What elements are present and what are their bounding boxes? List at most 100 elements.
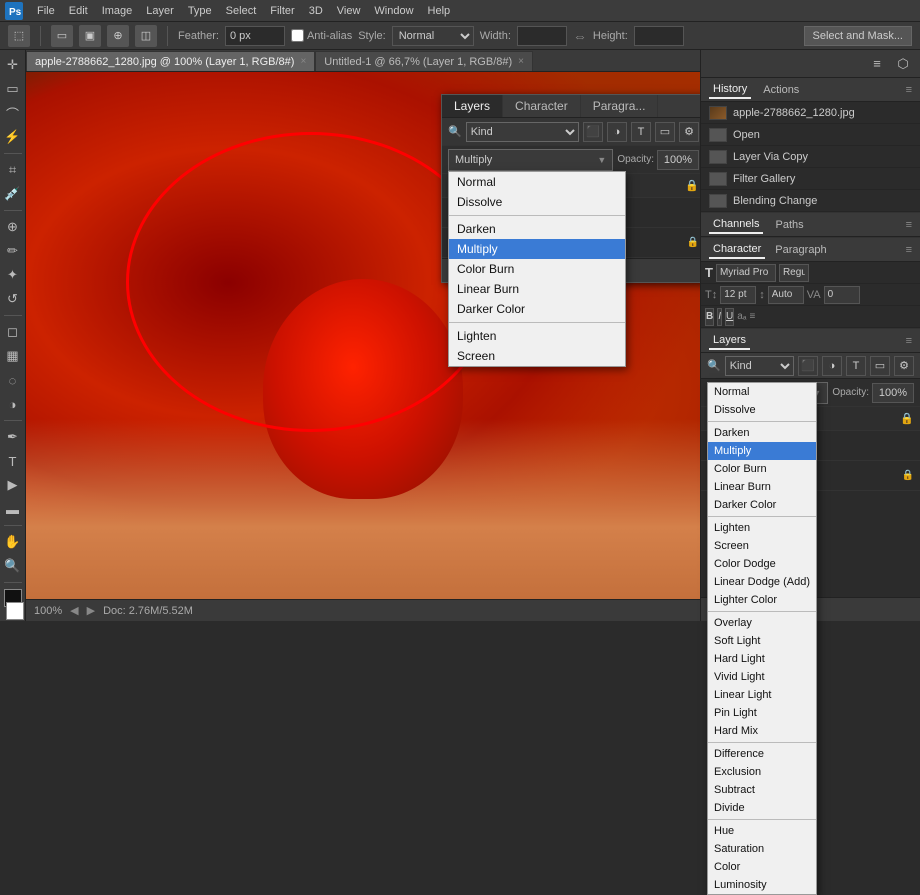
actions-tab[interactable]: Actions bbox=[759, 82, 803, 98]
menu-select[interactable]: Select bbox=[219, 3, 264, 19]
history-item-4[interactable]: Blending Change bbox=[701, 190, 920, 212]
rbd-hardlight[interactable]: Hard Light bbox=[708, 650, 816, 668]
height-input[interactable] bbox=[634, 26, 684, 46]
rbd-exclusion[interactable]: Exclusion bbox=[708, 763, 816, 781]
rbd-difference[interactable]: Difference bbox=[708, 745, 816, 763]
status-right-arrow[interactable]: ▶ bbox=[87, 604, 95, 617]
filter-type-btn[interactable]: T bbox=[631, 122, 651, 142]
menu-type[interactable]: Type bbox=[181, 3, 219, 19]
history-tab[interactable]: History bbox=[709, 81, 751, 99]
rbd-screen[interactable]: Screen bbox=[708, 537, 816, 555]
feather-input[interactable] bbox=[225, 26, 285, 46]
filter-shape-btn[interactable]: ▭ bbox=[655, 122, 675, 142]
width-input[interactable] bbox=[517, 26, 567, 46]
menu-layer[interactable]: Layer bbox=[139, 3, 181, 19]
right-filter-type[interactable]: T bbox=[846, 356, 866, 376]
history-brush[interactable]: ↺ bbox=[2, 288, 24, 310]
blend-option-screen[interactable]: Screen bbox=[449, 346, 625, 366]
rbd-linearlight[interactable]: Linear Light bbox=[708, 686, 816, 704]
menu-3d[interactable]: 3D bbox=[302, 3, 330, 19]
italic-button[interactable]: I bbox=[717, 308, 722, 326]
right-layers-tab[interactable]: Layers bbox=[709, 332, 750, 350]
rbd-darken[interactable]: Darken bbox=[708, 424, 816, 442]
menu-edit[interactable]: Edit bbox=[62, 3, 95, 19]
blend-option-dissolve[interactable]: Dissolve bbox=[449, 192, 625, 212]
style-select[interactable]: NormalFixed RatioFixed Size bbox=[392, 26, 474, 46]
rbd-lightercolor[interactable]: Lighter Color bbox=[708, 591, 816, 609]
select-mask-button[interactable]: Select and Mask... bbox=[804, 26, 913, 46]
rbd-color[interactable]: Color bbox=[708, 858, 816, 876]
right-layers-menu[interactable]: ≡ bbox=[906, 335, 912, 347]
rbd-colordodge[interactable]: Color Dodge bbox=[708, 555, 816, 573]
healing-brush[interactable]: ⊕ bbox=[2, 216, 24, 238]
font-size-input[interactable] bbox=[720, 286, 756, 304]
blend-option-normal[interactable]: Normal bbox=[449, 172, 625, 192]
rbd-pinlight[interactable]: Pin Light bbox=[708, 704, 816, 722]
tab-1-close[interactable]: × bbox=[300, 56, 306, 67]
blend-option-darkercolor[interactable]: Darker Color bbox=[449, 299, 625, 319]
rbd-lighten[interactable]: Lighten bbox=[708, 519, 816, 537]
channels-menu[interactable]: ≡ bbox=[906, 219, 912, 231]
rbd-softlight[interactable]: Soft Light bbox=[708, 632, 816, 650]
zoom-tool[interactable]: 🔍 bbox=[2, 555, 24, 577]
right-filter-smart[interactable]: ⚙ bbox=[894, 356, 914, 376]
move-tool[interactable]: ✛ bbox=[2, 54, 24, 76]
rbd-hardmix[interactable]: Hard Mix bbox=[708, 722, 816, 740]
rbd-saturation[interactable]: Saturation bbox=[708, 840, 816, 858]
floating-tab-paragraph[interactable]: Paragra... bbox=[581, 95, 659, 117]
lasso-tool[interactable]: ⌒ bbox=[2, 102, 24, 124]
character-tab[interactable]: Character bbox=[709, 241, 765, 259]
menu-image[interactable]: Image bbox=[95, 3, 140, 19]
eyedropper[interactable]: 💉 bbox=[2, 183, 24, 205]
rbd-darkercolor[interactable]: Darker Color bbox=[708, 496, 816, 514]
floating-tab-character[interactable]: Character bbox=[503, 95, 581, 117]
rbd-subtract[interactable]: Subtract bbox=[708, 781, 816, 799]
menu-file[interactable]: File bbox=[30, 3, 62, 19]
blend-option-colorburn[interactable]: Color Burn bbox=[449, 259, 625, 279]
font-style-input[interactable] bbox=[779, 264, 809, 282]
rbd-divide[interactable]: Divide bbox=[708, 799, 816, 817]
rbd-luminosity[interactable]: Luminosity bbox=[708, 876, 816, 894]
right-filter-select[interactable]: Kind bbox=[725, 356, 794, 376]
panel-menu-icon[interactable]: ≡ bbox=[906, 84, 912, 96]
rbd-multiply[interactable]: Multiply bbox=[708, 442, 816, 460]
history-item-3[interactable]: Filter Gallery bbox=[701, 168, 920, 190]
font-family-input[interactable] bbox=[716, 264, 776, 282]
menu-window[interactable]: Window bbox=[367, 3, 420, 19]
clone-stamp[interactable]: ✦ bbox=[2, 264, 24, 286]
char-menu[interactable]: ≡ bbox=[906, 244, 912, 256]
type-tool[interactable]: T bbox=[2, 450, 24, 472]
paths-panel-tab[interactable]: Paths bbox=[771, 217, 807, 233]
channels-icon[interactable]: ≡ bbox=[866, 53, 888, 75]
rectangle-select[interactable]: ▭ bbox=[2, 78, 24, 100]
right-filter-px[interactable]: ⬛ bbox=[798, 356, 818, 376]
filter-smart-btn[interactable]: ⚙ bbox=[679, 122, 699, 142]
blend-option-multiply[interactable]: Multiply bbox=[449, 239, 625, 259]
shape-tool[interactable]: ▬ bbox=[2, 498, 24, 520]
hand-tool[interactable]: ✋ bbox=[2, 531, 24, 553]
bold-button[interactable]: B bbox=[705, 308, 714, 326]
gradient-tool[interactable]: ▦ bbox=[2, 345, 24, 367]
tracking-input[interactable] bbox=[824, 286, 860, 304]
rbd-dissolve[interactable]: Dissolve bbox=[708, 401, 816, 419]
blur-tool[interactable]: ◌ bbox=[2, 369, 24, 391]
rbd-hue[interactable]: Hue bbox=[708, 822, 816, 840]
menu-view[interactable]: View bbox=[330, 3, 368, 19]
leading-input[interactable] bbox=[768, 286, 804, 304]
dodge-tool[interactable]: ◑ bbox=[2, 393, 24, 415]
rbd-linearburn[interactable]: Linear Burn bbox=[708, 478, 816, 496]
rbd-colorburn[interactable]: Color Burn bbox=[708, 460, 816, 478]
history-item-0[interactable]: apple-2788662_1280.jpg bbox=[701, 102, 920, 124]
filter-adjust-btn[interactable]: ◑ bbox=[607, 122, 627, 142]
pen-tool[interactable]: ✒ bbox=[2, 426, 24, 448]
rbd-normal[interactable]: Normal bbox=[708, 383, 816, 401]
tab-2-close[interactable]: × bbox=[518, 56, 524, 67]
underline-button[interactable]: U bbox=[725, 308, 734, 326]
right-opacity-input[interactable] bbox=[872, 383, 914, 403]
menu-help[interactable]: Help bbox=[421, 3, 458, 19]
tab-1[interactable]: apple-2788662_1280.jpg @ 100% (Layer 1, … bbox=[26, 51, 315, 71]
eraser-tool[interactable]: ◻ bbox=[2, 321, 24, 343]
rbd-overlay[interactable]: Overlay bbox=[708, 614, 816, 632]
history-item-2[interactable]: Layer Via Copy bbox=[701, 146, 920, 168]
blend-option-linearburn[interactable]: Linear Burn bbox=[449, 279, 625, 299]
